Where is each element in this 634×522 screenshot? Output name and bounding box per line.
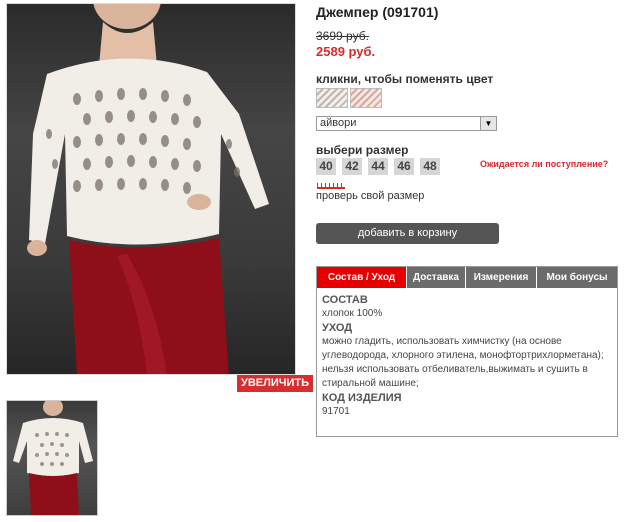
product-photo-illustration <box>27 4 269 374</box>
product-code-value: 91701 <box>322 406 350 417</box>
composition-text: хлопок 100% <box>322 308 383 319</box>
color-select[interactable]: айвори ▼ <box>316 116 497 131</box>
product-thumbnail[interactable] <box>6 400 98 516</box>
size-option[interactable]: 44 <box>368 158 388 175</box>
size-picker-label: выбери размер <box>316 143 409 157</box>
check-size-link[interactable]: проверь свой размер <box>316 190 424 202</box>
color-select-value: айвори <box>320 117 357 129</box>
product-photo[interactable] <box>6 3 296 375</box>
color-picker-label: кликни, чтобы поменять цвет <box>316 72 494 86</box>
product-code-heading: КОД ИЗДЕЛИЯ <box>322 392 402 404</box>
old-price: 3699 руб. <box>316 29 369 43</box>
composition-heading: СОСТАВ <box>322 294 368 306</box>
color-swatch-pink[interactable] <box>350 88 382 108</box>
care-heading: УХОД <box>322 322 353 334</box>
color-swatch-ivory[interactable] <box>316 88 348 108</box>
product-info-tabs: Состав / Уход Доставка Измерения Мои бон… <box>316 266 618 437</box>
size-option[interactable]: 42 <box>342 158 362 175</box>
current-price: 2589 руб. <box>316 44 376 59</box>
tab-delivery[interactable]: Доставка <box>407 267 466 288</box>
thumbnail-illustration <box>13 401 93 515</box>
size-option[interactable]: 48 <box>420 158 440 175</box>
tab-my-bonuses[interactable]: Мои бонусы <box>537 267 617 288</box>
ruler-icon <box>317 183 345 189</box>
notify-availability-link[interactable]: Ожидается ли поступление? <box>480 159 608 169</box>
product-title: Джемпер (091701) <box>316 4 439 20</box>
zoom-button[interactable]: УВЕЛИЧИТЬ <box>237 375 314 392</box>
size-option[interactable]: 46 <box>394 158 414 175</box>
tab-composition-care[interactable]: Состав / Уход <box>317 267 407 288</box>
add-to-cart-button[interactable]: добавить в корзину <box>316 223 499 244</box>
tab-content: СОСТАВ хлопок 100% УХОД можно гладить, и… <box>322 293 610 419</box>
size-option[interactable]: 40 <box>316 158 336 175</box>
tab-measurements[interactable]: Измерения <box>466 267 537 288</box>
chevron-down-icon[interactable]: ▼ <box>480 117 496 130</box>
tab-bar: Состав / Уход Доставка Измерения Мои бон… <box>317 267 617 288</box>
care-text: можно гладить, использовать химчистку (н… <box>322 336 604 389</box>
